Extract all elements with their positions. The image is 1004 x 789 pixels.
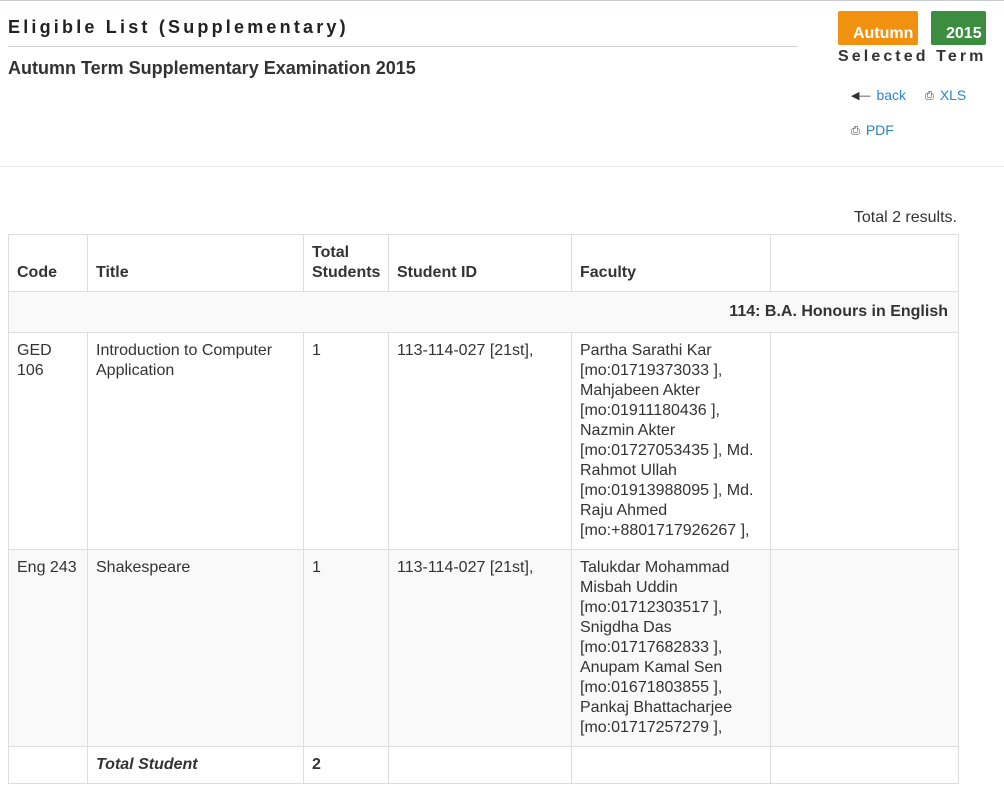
eligible-list-table: Code Title Total Students Student ID Fac…	[8, 234, 959, 784]
page-title: Eligible List (Supplementary)	[8, 17, 349, 37]
back-link-label: back	[876, 87, 907, 103]
program-group-label: 114: B.A. Honours in English	[8, 291, 959, 333]
empty-cell	[770, 332, 959, 550]
course-title: Shakespeare	[87, 549, 304, 747]
empty-cell	[8, 746, 88, 784]
table-row: GED 106 Introduction to Computer Applica…	[8, 332, 959, 550]
course-code: Eng 243	[8, 549, 88, 747]
arrow-left-icon: ◀—	[851, 90, 871, 102]
student-id: 113-114-027 [21st],	[388, 549, 572, 747]
empty-cell	[388, 746, 572, 784]
empty-cell	[770, 746, 959, 784]
back-link[interactable]: ◀— back	[851, 87, 906, 103]
term-badges: Autumn 2015	[838, 11, 988, 45]
program-group-row: 114: B.A. Honours in English	[8, 291, 959, 333]
total-student-label: Total Student	[87, 746, 304, 784]
print-icon: ⎙	[851, 125, 860, 137]
table-row: Eng 243 Shakespeare 1 113-114-027 [21st]…	[8, 549, 959, 747]
column-header-total-students: Total Students	[303, 234, 389, 292]
print-icon: ⎙	[925, 90, 934, 102]
course-code: GED 106	[8, 332, 88, 550]
column-header-title: Title	[87, 234, 304, 292]
total-row: Total Student 2	[8, 746, 959, 784]
total-students: 1	[303, 549, 389, 747]
course-title: Introduction to Computer Application	[87, 332, 304, 550]
xls-link-label: XLS	[939, 87, 967, 103]
selected-term-label: Selected Term	[838, 48, 987, 65]
student-id: 113-114-027 [21st],	[388, 332, 572, 550]
exam-subtitle: Autumn Term Supplementary Examination 20…	[8, 58, 416, 78]
pdf-link-label: PDF	[865, 122, 894, 138]
year-badge: 2015	[931, 11, 986, 45]
column-header-student-id: Student ID	[388, 234, 572, 292]
total-student-value: 2	[303, 746, 389, 784]
results-count: Total 2 results.	[853, 209, 957, 226]
xls-export-link[interactable]: ⎙ XLS	[925, 87, 966, 103]
term-badge: Autumn	[838, 11, 918, 45]
year-badge-label: 2015	[946, 25, 982, 42]
empty-cell	[770, 549, 959, 747]
total-students: 1	[303, 332, 389, 550]
term-badge-label: Autumn	[853, 25, 914, 42]
title-divider	[8, 46, 798, 47]
header-divider	[0, 166, 1004, 167]
faculty-list: Talukdar Mohammad Misbah Uddin [mo:01712…	[571, 549, 771, 747]
pdf-export-link[interactable]: ⎙ PDF	[851, 122, 894, 138]
faculty-list: Partha Sarathi Kar [mo:01719373033 ], Ma…	[571, 332, 771, 550]
column-header-blank	[770, 234, 959, 292]
empty-cell	[571, 746, 771, 784]
column-header-faculty: Faculty	[571, 234, 771, 292]
table-header-row: Code Title Total Students Student ID Fac…	[8, 234, 959, 292]
column-header-code: Code	[8, 234, 88, 292]
